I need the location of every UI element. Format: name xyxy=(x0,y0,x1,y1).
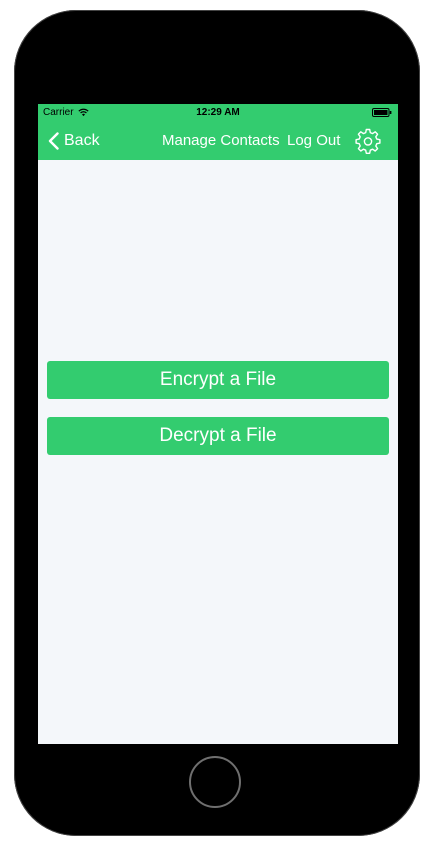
manage-contacts-button[interactable]: Manage Contacts xyxy=(162,132,280,149)
back-button[interactable]: Back xyxy=(48,130,100,152)
navigation-bar: Back Manage Contacts Log Out xyxy=(38,122,398,160)
status-time: 12:29 AM xyxy=(196,107,240,118)
back-label: Back xyxy=(64,132,100,149)
phone-screen: Carrier 12:29 AM Back Manage Contacts Lo… xyxy=(38,104,398,744)
gear-icon xyxy=(355,128,381,154)
encrypt-file-button[interactable]: Encrypt a File xyxy=(47,361,389,399)
chevron-left-icon xyxy=(48,132,59,150)
home-button[interactable] xyxy=(189,756,241,808)
log-out-button[interactable]: Log Out xyxy=(287,132,340,149)
status-bar: Carrier 12:29 AM xyxy=(38,104,398,122)
settings-button[interactable] xyxy=(355,128,381,154)
decrypt-file-button[interactable]: Decrypt a File xyxy=(47,417,389,455)
main-content: Encrypt a File Decrypt a File xyxy=(38,160,398,744)
battery-full-icon xyxy=(372,108,392,117)
